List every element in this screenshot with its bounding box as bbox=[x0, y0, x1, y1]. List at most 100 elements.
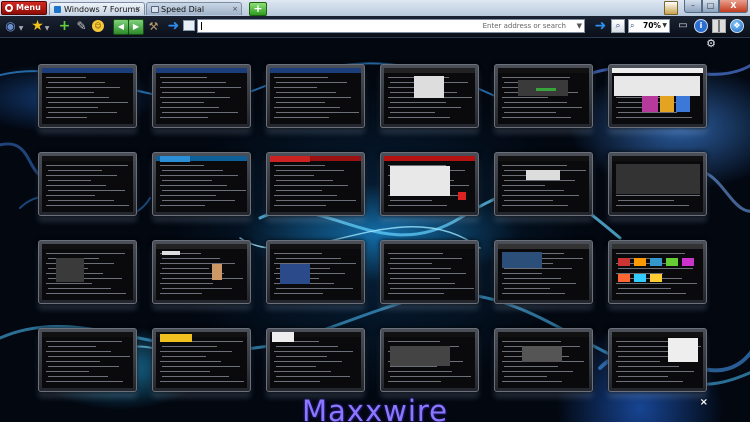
address-input[interactable] bbox=[200, 20, 580, 32]
zoom-control[interactable]: ⌕ 70% ▼ bbox=[628, 19, 670, 33]
title-bar: Menu Windows 7 Forums × Speed Dial × + –… bbox=[0, 0, 750, 17]
speed-dial-thumbnail[interactable] bbox=[152, 64, 251, 128]
speed-dial-thumbnail[interactable] bbox=[608, 240, 707, 304]
wrench-icon[interactable]: ✎ bbox=[74, 19, 89, 34]
tab-speed-dial[interactable]: Speed Dial × bbox=[146, 2, 242, 15]
windows-orb-icon[interactable]: ❖ bbox=[730, 19, 744, 33]
speed-dial-thumbnail[interactable] bbox=[38, 240, 137, 304]
thumbnail-content-block bbox=[614, 76, 700, 96]
thumbnail-header bbox=[156, 68, 247, 73]
opera-logo-icon bbox=[5, 4, 13, 12]
speed-dial-thumbnail[interactable] bbox=[380, 64, 479, 128]
speed-dial-thumbnail[interactable] bbox=[266, 152, 365, 216]
thumbnail-text-line bbox=[616, 195, 700, 196]
speed-dial-thumbnail[interactable] bbox=[38, 152, 137, 216]
speed-dial-thumbnail[interactable] bbox=[380, 152, 479, 216]
thumbnail-text-line bbox=[46, 341, 122, 342]
info-icon[interactable]: i bbox=[694, 19, 708, 33]
minimize-button[interactable]: – bbox=[684, 0, 702, 13]
thumbnail-text-line bbox=[276, 376, 350, 377]
thumbnail-content-block bbox=[458, 192, 466, 200]
thumbnail-header bbox=[384, 332, 475, 337]
speed-dial-thumbnail[interactable] bbox=[494, 64, 593, 128]
bookmark-dropdown-icon[interactable]: ▼ bbox=[44, 21, 50, 36]
thumbnail-text-line bbox=[274, 117, 329, 118]
speed-dial-thumbnail[interactable] bbox=[494, 328, 593, 392]
thumbnail-text-line bbox=[504, 288, 550, 289]
zoom-dropdown-icon[interactable]: ▼ bbox=[662, 20, 667, 32]
thumbnail-preview bbox=[384, 68, 475, 124]
speed-dial-thumbnail[interactable] bbox=[38, 64, 137, 128]
maximize-button[interactable]: □ bbox=[702, 0, 719, 13]
close-window-button[interactable]: X bbox=[719, 0, 748, 13]
speed-dial-thumbnail[interactable] bbox=[266, 328, 365, 392]
close-icon[interactable]: × bbox=[700, 397, 708, 408]
thumbnail-preview bbox=[270, 68, 361, 124]
thumbnail-text-line bbox=[390, 288, 474, 289]
back-icon[interactable]: ◉ bbox=[3, 19, 18, 34]
speed-dial-thumbnail[interactable] bbox=[380, 240, 479, 304]
speed-dial-thumbnail[interactable] bbox=[152, 152, 251, 216]
address-bar[interactable]: ▼ bbox=[197, 19, 585, 33]
thumbnail-text-line bbox=[160, 97, 230, 98]
forward-arrow-icon[interactable]: ➜ bbox=[166, 19, 181, 34]
new-tab-button[interactable]: + bbox=[249, 2, 267, 16]
thumbnail-text-line bbox=[48, 180, 91, 181]
address-dropdown-icon[interactable]: ▼ bbox=[577, 20, 582, 32]
thumbnail-text-line bbox=[162, 356, 206, 357]
speed-dial-thumbnail[interactable] bbox=[152, 240, 251, 304]
thumbnail-text-line bbox=[276, 180, 333, 181]
settings-gear-icon[interactable]: ⚙ bbox=[706, 38, 716, 49]
thumbnail-content-block bbox=[390, 346, 450, 366]
add-icon[interactable]: + bbox=[57, 19, 72, 34]
search-icon[interactable]: ⌕ bbox=[611, 19, 625, 33]
thumbnail-content-block bbox=[682, 258, 694, 266]
thumbnail-preview bbox=[42, 156, 133, 212]
speed-dial-thumbnail[interactable] bbox=[152, 328, 251, 392]
thumbnail-text-line bbox=[160, 263, 235, 264]
thumbnail-text-line bbox=[502, 77, 570, 78]
page-icon[interactable] bbox=[183, 20, 195, 31]
thumbnail-text-line bbox=[274, 371, 331, 372]
panel-toggle-icon[interactable]: ▭ bbox=[676, 20, 690, 32]
speed-dial-thumbnail[interactable] bbox=[494, 240, 593, 304]
speed-dial-thumbnail[interactable] bbox=[608, 328, 707, 392]
thumbnail-text-line bbox=[388, 381, 441, 382]
opera-menu-button[interactable]: Menu bbox=[1, 1, 47, 15]
rewind-icon[interactable]: ◀ bbox=[113, 19, 129, 35]
thumbnail-content-block bbox=[634, 274, 646, 282]
bookmark-star-icon[interactable]: ★ bbox=[30, 19, 45, 34]
smiley-icon[interactable]: ☺ bbox=[92, 20, 104, 32]
tab-close-icon[interactable]: × bbox=[135, 3, 141, 16]
tab-close-icon[interactable]: × bbox=[232, 3, 238, 16]
speed-dial-thumbnail[interactable] bbox=[380, 328, 479, 392]
speed-dial-thumbnail[interactable] bbox=[608, 64, 707, 128]
document-icon[interactable] bbox=[664, 1, 678, 15]
back-dropdown-icon[interactable]: ▼ bbox=[18, 21, 24, 36]
speed-dial-thumbnail[interactable] bbox=[266, 240, 365, 304]
thumbnail-text-line bbox=[390, 112, 435, 113]
thumbnail-text-line bbox=[160, 195, 216, 196]
thumbnail-text-line bbox=[616, 361, 660, 362]
thumbnail-text-line bbox=[390, 366, 437, 367]
go-arrow-icon[interactable]: ➜ bbox=[593, 19, 608, 34]
speed-dial-thumbnail[interactable] bbox=[494, 152, 593, 216]
navigation-toolbar: ◉ ▼ ★ ▼ + ✎ ☺ ◀ ▶ ⚒ ➜ ▼ ➜ ⌕ ⌕ 70% ▼ ▭ i … bbox=[0, 16, 750, 38]
layout-grid-icon[interactable] bbox=[712, 19, 726, 33]
thumbnail-preview bbox=[612, 68, 703, 124]
thumbnail-preview bbox=[384, 244, 475, 300]
speed-dial-thumbnail[interactable] bbox=[38, 328, 137, 392]
tab-windows7-forums[interactable]: Windows 7 Forums × bbox=[49, 2, 145, 15]
thumbnail-text-line bbox=[46, 195, 95, 196]
speed-dial-thumbnail[interactable] bbox=[266, 64, 365, 128]
tools-icon[interactable]: ⚒ bbox=[146, 19, 161, 34]
thumbnail-text-line bbox=[390, 268, 451, 269]
speed-dial-thumbnail[interactable] bbox=[608, 152, 707, 216]
thumbnail-text-line bbox=[388, 293, 444, 294]
thumbnail-text-line bbox=[46, 293, 126, 294]
thumbnail-text-line bbox=[160, 107, 219, 108]
fast-forward-icon[interactable]: ▶ bbox=[128, 19, 144, 35]
thumbnail-header bbox=[612, 332, 703, 337]
thumbnail-text-line bbox=[274, 351, 353, 352]
thumbnail-header bbox=[270, 244, 361, 249]
